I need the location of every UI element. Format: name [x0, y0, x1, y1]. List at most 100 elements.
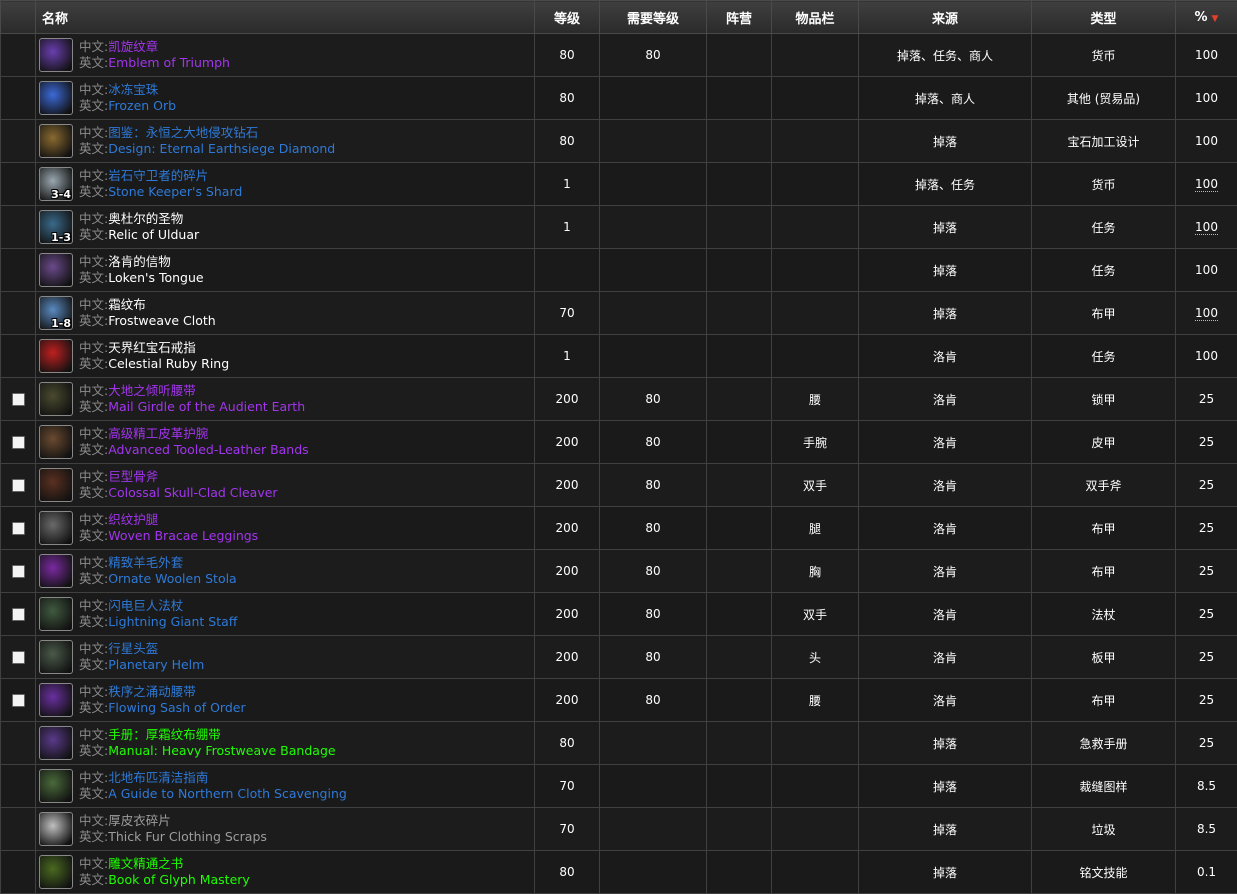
design-icon[interactable]	[39, 124, 73, 158]
item-name-en[interactable]: Lightning Giant Staff	[108, 614, 237, 629]
item-name-en[interactable]: Frostweave Cloth	[108, 313, 216, 328]
select-checkbox[interactable]	[12, 565, 25, 578]
item-name-en[interactable]: Planetary Helm	[108, 657, 204, 672]
item-name-cn[interactable]: 霜纹布	[108, 297, 146, 312]
select-cell[interactable]	[1, 593, 36, 636]
item-name-cn[interactable]: 巨型骨斧	[108, 469, 158, 484]
item-name-cn[interactable]: 冰冻宝珠	[108, 82, 158, 97]
item-name-en[interactable]: Frozen Orb	[108, 98, 176, 113]
table-row[interactable]: 1-3 中文:奥杜尔的圣物 英文:Relic of Ulduar 1 掉落 任务…	[1, 206, 1237, 249]
table-row[interactable]: 中文:织纹护腿 英文:Woven Bracae Leggings 200 80 …	[1, 507, 1237, 550]
table-row[interactable]: 中文:厚皮衣碎片 英文:Thick Fur Clothing Scraps 70…	[1, 808, 1237, 851]
axe-icon[interactable]	[39, 468, 73, 502]
percent-value[interactable]: 100	[1195, 306, 1218, 321]
bracers-icon[interactable]	[39, 425, 73, 459]
item-name-cn[interactable]: 图鉴：永恒之大地侵攻钻石	[108, 125, 258, 140]
select-checkbox[interactable]	[12, 436, 25, 449]
table-row[interactable]: 1-8 中文:霜纹布 英文:Frostweave Cloth 70 掉落 布甲 …	[1, 292, 1237, 335]
item-name-cn[interactable]: 精致羊毛外套	[108, 555, 183, 570]
item-name-cn[interactable]: 行星头盔	[108, 641, 158, 656]
table-row[interactable]: 中文:大地之倾听腰带 英文:Mail Girdle of the Audient…	[1, 378, 1237, 421]
table-row[interactable]: 中文:洛肯的信物 英文:Loken's Tongue 掉落 任务 100	[1, 249, 1237, 292]
table-row[interactable]: 中文:行星头盔 英文:Planetary Helm 200 80 头 洛肯 板甲…	[1, 636, 1237, 679]
table-row[interactable]: 中文:图鉴：永恒之大地侵攻钻石 英文:Design: Eternal Earth…	[1, 120, 1237, 163]
level-column-header[interactable]: 等级	[535, 1, 600, 34]
type-column-header[interactable]: 类型	[1032, 1, 1176, 34]
scraps-icon[interactable]	[39, 812, 73, 846]
select-cell[interactable]	[1, 636, 36, 679]
manual-icon[interactable]	[39, 726, 73, 760]
staff-icon[interactable]	[39, 597, 73, 631]
percent-cell[interactable]: 100	[1176, 206, 1237, 249]
item-name-cn[interactable]: 雕文精通之书	[108, 856, 183, 871]
percent-cell[interactable]: 100	[1176, 163, 1237, 206]
table-row[interactable]: 中文:高级精工皮革护腕 英文:Advanced Tooled-Leather B…	[1, 421, 1237, 464]
select-cell[interactable]	[1, 679, 36, 722]
item-name-cn[interactable]: 洛肯的信物	[108, 254, 171, 269]
select-checkbox[interactable]	[12, 608, 25, 621]
table-row[interactable]: 3-4 中文:岩石守卫者的碎片 英文:Stone Keeper's Shard …	[1, 163, 1237, 206]
book-icon[interactable]	[39, 855, 73, 889]
select-checkbox[interactable]	[12, 479, 25, 492]
table-row[interactable]: 中文:秩序之涌动腰带 英文:Flowing Sash of Order 200 …	[1, 679, 1237, 722]
select-checkbox[interactable]	[12, 393, 25, 406]
guide-icon[interactable]	[39, 769, 73, 803]
item-name-en[interactable]: Relic of Ulduar	[108, 227, 199, 242]
helm-icon[interactable]	[39, 640, 73, 674]
table-row[interactable]: 中文:闪电巨人法杖 英文:Lightning Giant Staff 200 8…	[1, 593, 1237, 636]
item-name-en[interactable]: Advanced Tooled-Leather Bands	[108, 442, 308, 457]
item-name-en[interactable]: Manual: Heavy Frostweave Bandage	[108, 743, 335, 758]
req-level-column-header[interactable]: 需要等级	[600, 1, 707, 34]
select-checkbox[interactable]	[12, 694, 25, 707]
table-row[interactable]: 中文:精致羊毛外套 英文:Ornate Woolen Stola 200 80 …	[1, 550, 1237, 593]
relic-icon[interactable]: 1-3	[39, 210, 73, 244]
item-name-cn[interactable]: 闪电巨人法杖	[108, 598, 183, 613]
stola-icon[interactable]	[39, 554, 73, 588]
leggings-icon[interactable]	[39, 511, 73, 545]
table-row[interactable]: 中文:冰冻宝珠 英文:Frozen Orb 80 掉落、商人 其他 (贸易品) …	[1, 77, 1237, 120]
select-cell[interactable]	[1, 421, 36, 464]
item-name-cn[interactable]: 高级精工皮革护腕	[108, 426, 208, 441]
item-name-cn[interactable]: 厚皮衣碎片	[108, 813, 171, 828]
item-name-en[interactable]: Loken's Tongue	[108, 270, 203, 285]
tongue-icon[interactable]	[39, 253, 73, 287]
faction-column-header[interactable]: 阵营	[707, 1, 772, 34]
percent-value[interactable]: 100	[1195, 177, 1218, 192]
ring-icon[interactable]	[39, 339, 73, 373]
item-name-cn[interactable]: 岩石守卫者的碎片	[108, 168, 208, 183]
girdle-icon[interactable]	[39, 382, 73, 416]
item-name-en[interactable]: Stone Keeper's Shard	[108, 184, 242, 199]
cloth-icon[interactable]: 1-8	[39, 296, 73, 330]
select-cell[interactable]	[1, 507, 36, 550]
item-name-en[interactable]: Emblem of Triumph	[108, 55, 230, 70]
item-name-cn[interactable]: 大地之倾听腰带	[108, 383, 196, 398]
select-checkbox[interactable]	[12, 522, 25, 535]
select-checkbox[interactable]	[12, 651, 25, 664]
emblem-icon[interactable]	[39, 38, 73, 72]
percent-column-header[interactable]: %▼	[1176, 1, 1237, 34]
item-name-cn[interactable]: 织纹护腿	[108, 512, 158, 527]
percent-value[interactable]: 100	[1195, 220, 1218, 235]
item-name-en[interactable]: Design: Eternal Earthsiege Diamond	[108, 141, 335, 156]
table-row[interactable]: 中文:巨型骨斧 英文:Colossal Skull-Clad Cleaver 2…	[1, 464, 1237, 507]
item-name-cn[interactable]: 凯旋纹章	[108, 39, 158, 54]
table-row[interactable]: 中文:北地布匹清洁指南 英文:A Guide to Northern Cloth…	[1, 765, 1237, 808]
shard-icon[interactable]: 3-4	[39, 167, 73, 201]
item-name-cn[interactable]: 北地布匹清洁指南	[108, 770, 208, 785]
table-row[interactable]: 中文:凯旋纹章 英文:Emblem of Triumph 80 80 掉落、任务…	[1, 34, 1237, 77]
table-row[interactable]: 中文:手册：厚霜纹布绷带 英文:Manual: Heavy Frostweave…	[1, 722, 1237, 765]
orb-icon[interactable]	[39, 81, 73, 115]
percent-cell[interactable]: 100	[1176, 292, 1237, 335]
sash-icon[interactable]	[39, 683, 73, 717]
select-cell[interactable]	[1, 378, 36, 421]
item-name-en[interactable]: Flowing Sash of Order	[108, 700, 245, 715]
select-cell[interactable]	[1, 464, 36, 507]
item-name-en[interactable]: Ornate Woolen Stola	[108, 571, 237, 586]
item-name-en[interactable]: Colossal Skull-Clad Cleaver	[108, 485, 277, 500]
slot-column-header[interactable]: 物品栏	[772, 1, 859, 34]
source-column-header[interactable]: 来源	[859, 1, 1032, 34]
select-cell[interactable]	[1, 550, 36, 593]
item-name-en[interactable]: Woven Bracae Leggings	[108, 528, 258, 543]
table-row[interactable]: 中文:雕文精通之书 英文:Book of Glyph Mastery 80 掉落…	[1, 851, 1237, 894]
item-name-en[interactable]: Celestial Ruby Ring	[108, 356, 229, 371]
